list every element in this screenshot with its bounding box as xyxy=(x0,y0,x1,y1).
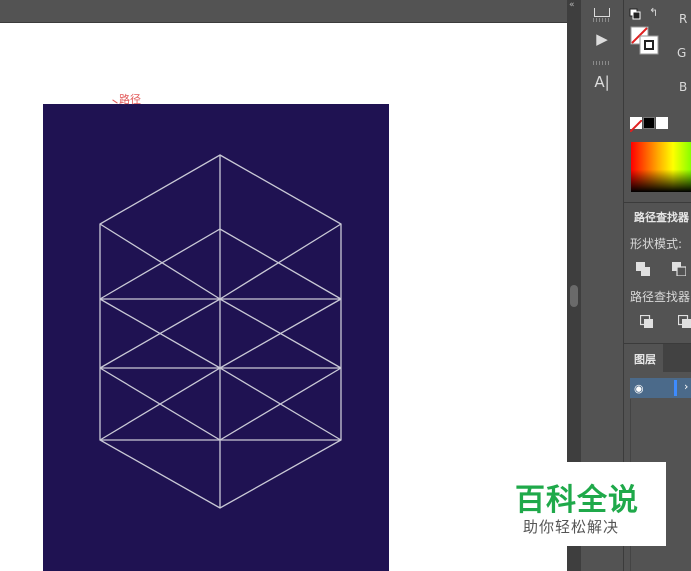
g-channel-label: G xyxy=(677,46,687,60)
panel-separator xyxy=(624,202,691,203)
top-bar xyxy=(0,0,567,23)
expand-chevron-icon[interactable]: › xyxy=(684,380,688,393)
default-fill-stroke-icon[interactable] xyxy=(629,8,641,20)
layer-color-bar xyxy=(674,380,677,396)
minus-front-button[interactable] xyxy=(672,262,686,276)
none-color-swatch[interactable] xyxy=(629,117,643,133)
strip-grip[interactable] xyxy=(593,18,611,22)
visibility-eye-icon[interactable]: ◉ xyxy=(634,382,644,395)
color-spectrum[interactable] xyxy=(631,142,691,192)
strip-grip[interactable] xyxy=(593,61,611,65)
path-label: 路径 xyxy=(119,93,141,106)
hexagon-grid-artwork[interactable] xyxy=(43,104,389,571)
divide-button[interactable] xyxy=(640,315,654,329)
r-channel-label: R xyxy=(679,12,688,26)
watermark-title: 百科全说 xyxy=(515,483,639,518)
character-panel-icon[interactable]: A| xyxy=(589,70,615,94)
unite-button[interactable] xyxy=(636,262,650,276)
trim-button[interactable] xyxy=(678,315,691,329)
b-channel-label: B xyxy=(679,80,688,94)
swap-fill-stroke-icon[interactable]: ↰ xyxy=(649,6,658,19)
fill-stroke-swatch-icon[interactable] xyxy=(630,26,664,56)
pathfinders-label: 路径查找器 xyxy=(630,290,691,304)
pathfinder-panel-title[interactable]: 路径查找器 xyxy=(634,209,689,225)
watermark-subtitle: 助你轻松解决 xyxy=(523,518,620,536)
shape-modes-label: 形状模式: xyxy=(630,237,683,251)
divider-drag-handle[interactable] xyxy=(570,285,578,307)
white-color-swatch[interactable] xyxy=(656,117,668,129)
black-color-swatch[interactable] xyxy=(643,117,655,129)
actions-panel-icon[interactable]: ▶ xyxy=(589,27,615,51)
divider-collapse-icon[interactable]: « xyxy=(569,0,575,10)
layers-panel-title[interactable]: 图层 xyxy=(634,351,656,367)
panel-tab-strip[interactable] xyxy=(663,344,691,372)
